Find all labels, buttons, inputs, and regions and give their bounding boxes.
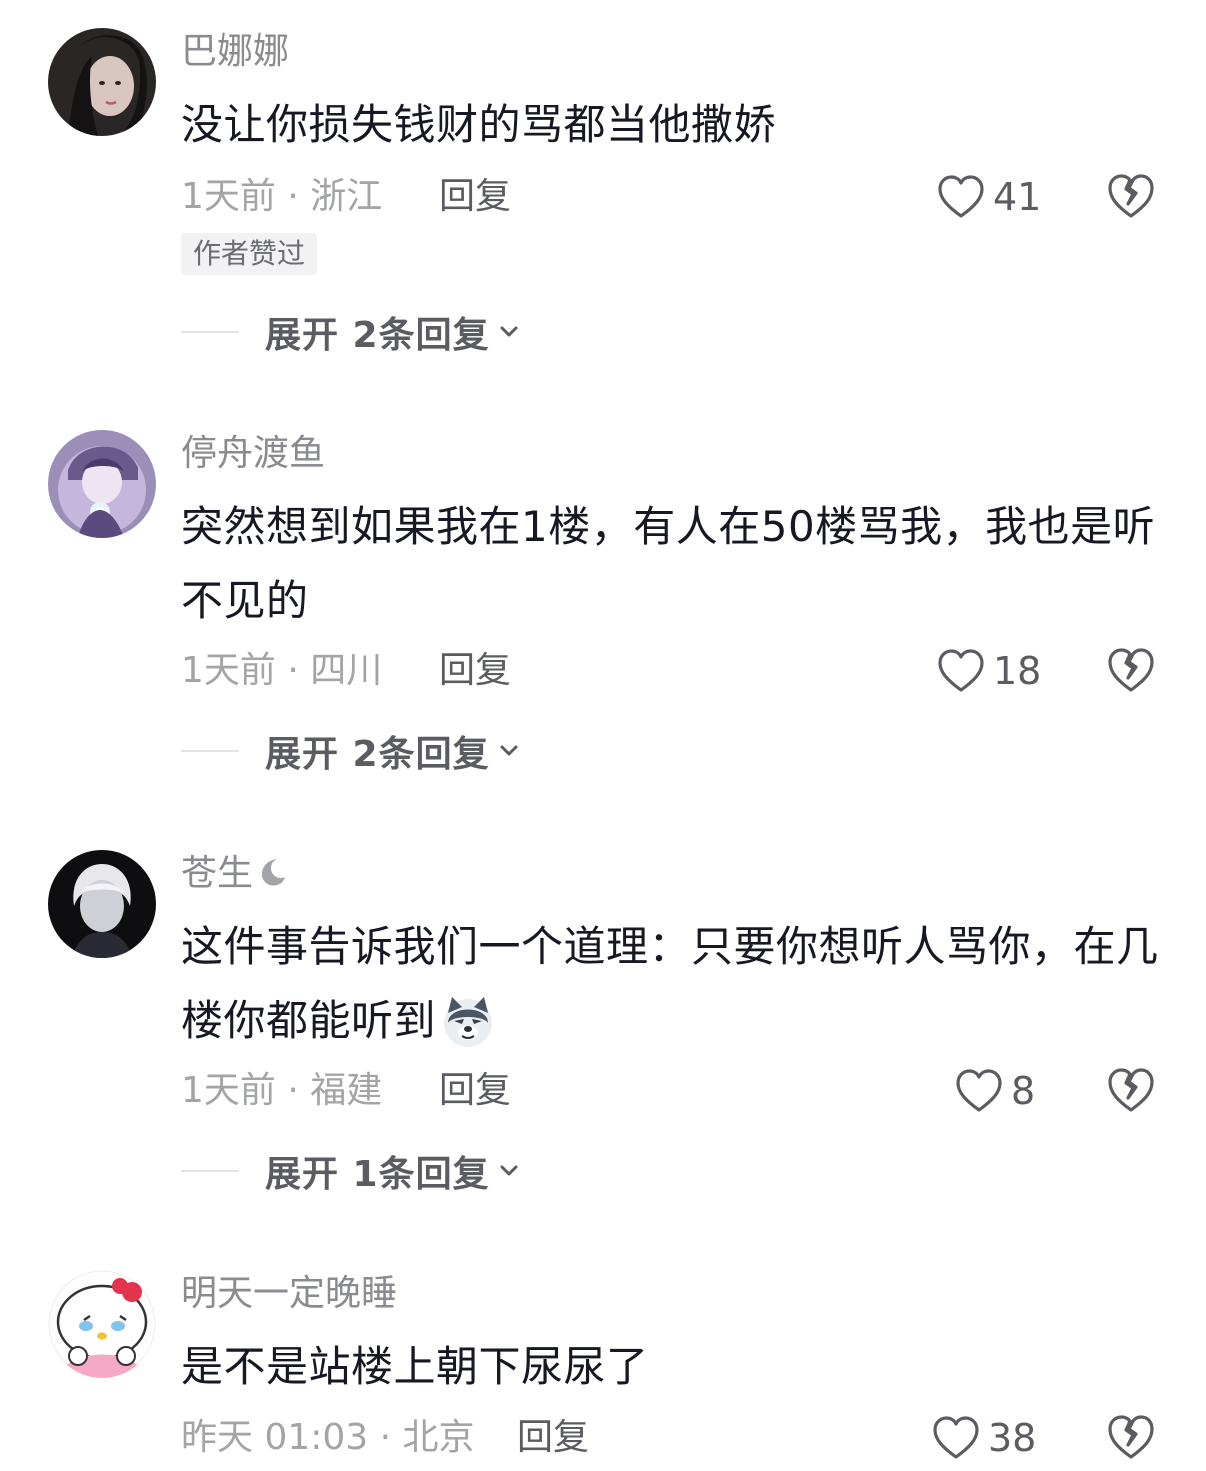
like-count: 18 xyxy=(993,649,1042,693)
reply-button[interactable]: 回复 xyxy=(439,1069,511,1113)
comment-text: 没让你损失钱财的骂都当他撒娇 xyxy=(181,100,777,149)
like-button[interactable]: 38 xyxy=(932,1414,1036,1462)
divider xyxy=(181,750,239,752)
author-liked-badge: 作者赞过 xyxy=(181,233,318,275)
expand-replies-label: 展开 2条回复 xyxy=(265,315,490,356)
like-count: 8 xyxy=(1011,1069,1036,1113)
time-location: 1天前 · 浙江 xyxy=(181,176,383,217)
divider xyxy=(181,1170,239,1172)
chevron-down-icon xyxy=(496,738,522,764)
time-location: 昨天 01:03 · 北京 xyxy=(181,1417,475,1458)
avatar[interactable] xyxy=(48,430,156,538)
divider xyxy=(181,331,239,333)
chevron-down-icon xyxy=(496,319,522,345)
username[interactable]: 停舟渡鱼 xyxy=(181,432,325,476)
comment-text-body: 这件事告诉我们一个道理：只要你想听人骂你，在几楼你都能听到 xyxy=(181,922,1159,1045)
broken-heart-icon[interactable] xyxy=(1106,1066,1156,1114)
like-count: 41 xyxy=(993,175,1042,219)
comment-text: 这件事告诉我们一个道理：只要你想听人骂你，在几楼你都能听到 xyxy=(181,910,1171,1058)
reply-button[interactable]: 回复 xyxy=(439,175,511,219)
comment-text: 是不是站楼上朝下尿尿了 xyxy=(181,1342,649,1391)
reply-button[interactable]: 回复 xyxy=(439,649,511,693)
wolf-emoji-icon xyxy=(444,997,493,1047)
heart-outline-icon xyxy=(955,1068,1003,1114)
heart-outline-icon xyxy=(932,1415,980,1461)
moon-icon xyxy=(261,859,286,886)
expand-replies[interactable]: 展开 2条回复 xyxy=(181,728,522,775)
username[interactable]: 苍生 xyxy=(181,852,289,896)
broken-heart-icon[interactable] xyxy=(1106,646,1156,694)
heart-outline-icon xyxy=(937,648,985,694)
username[interactable]: 明天一定晚睡 xyxy=(181,1272,397,1316)
expand-replies[interactable]: 展开 2条回复 xyxy=(181,309,522,356)
time-location: 1天前 · 四川 xyxy=(181,650,383,691)
like-button[interactable]: 41 xyxy=(937,173,1041,221)
avatar[interactable] xyxy=(48,28,156,136)
comment-text: 突然想到如果我在1楼，有人在50楼骂我，我也是听不见的 xyxy=(181,502,1156,625)
chevron-down-icon xyxy=(496,1158,522,1184)
expand-replies[interactable]: 展开 1条回复 xyxy=(181,1148,522,1195)
username[interactable]: 巴娜娜 xyxy=(181,30,289,74)
username-text: 苍生 xyxy=(181,853,254,894)
like-button[interactable]: 18 xyxy=(937,647,1041,695)
broken-heart-icon[interactable] xyxy=(1106,1413,1156,1461)
time-location: 1天前 · 福建 xyxy=(181,1070,383,1111)
expand-replies-label: 展开 2条回复 xyxy=(265,734,490,775)
broken-heart-icon[interactable] xyxy=(1106,172,1156,220)
reply-button[interactable]: 回复 xyxy=(517,1416,589,1460)
like-button[interactable]: 8 xyxy=(955,1067,1035,1115)
like-count: 38 xyxy=(988,1416,1037,1460)
avatar[interactable] xyxy=(48,1270,156,1378)
avatar[interactable] xyxy=(48,850,156,958)
heart-outline-icon xyxy=(937,174,985,220)
expand-replies-label: 展开 1条回复 xyxy=(265,1154,490,1195)
